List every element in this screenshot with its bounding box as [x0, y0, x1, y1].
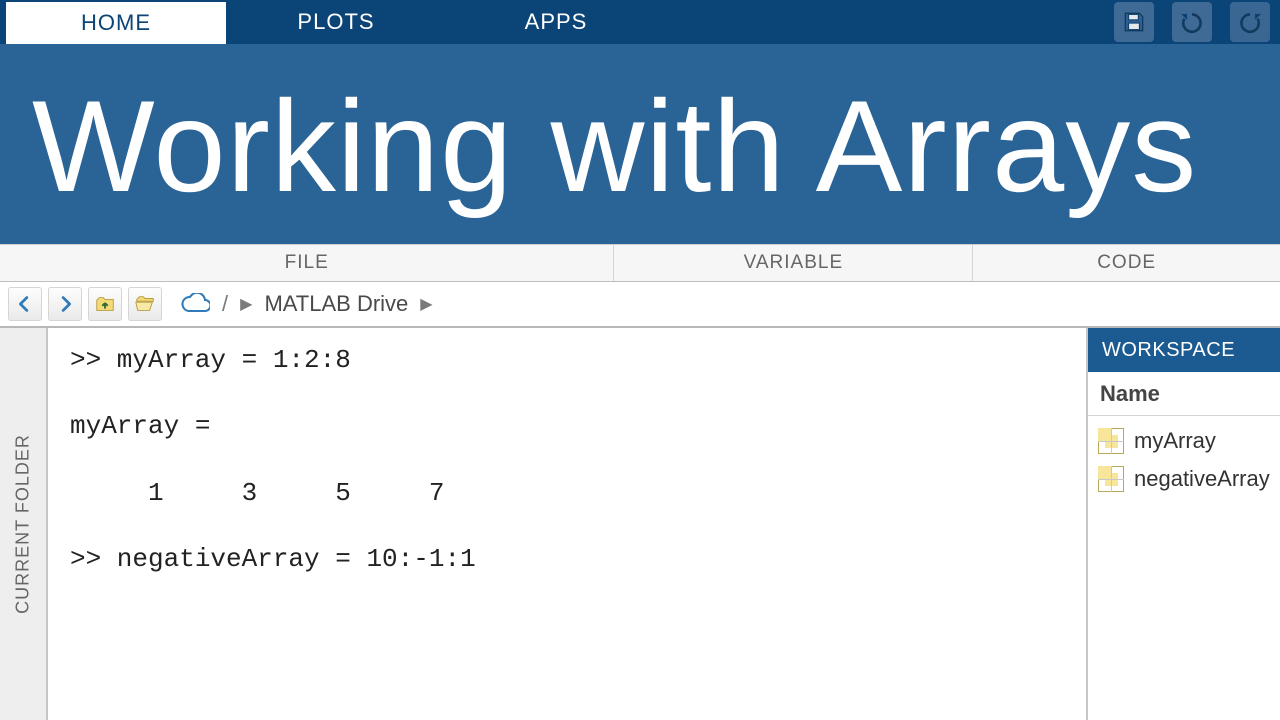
path-breadcrumb[interactable]: / ▶ MATLAB Drive ▶ — [180, 291, 433, 317]
hero-banner: Working with Arrays — [0, 44, 1280, 244]
workspace-variable[interactable]: myArray — [1088, 422, 1280, 460]
arrow-right-icon — [54, 293, 76, 315]
cmd-blank — [70, 447, 1064, 473]
variable-icon — [1098, 466, 1124, 492]
path-root-sep: / — [222, 291, 228, 317]
cmd-line: myArray = — [70, 406, 1064, 446]
cmd-line: >> myArray = 1:2:8 — [70, 340, 1064, 380]
undo-button[interactable] — [1172, 2, 1212, 42]
chevron-right-icon: ▶ — [420, 294, 432, 314]
undo-icon — [1179, 9, 1205, 35]
quick-access-toolbar — [1104, 0, 1280, 44]
command-window[interactable]: >> myArray = 1:2:8 myArray = 1 3 5 7 >> … — [48, 328, 1086, 720]
section-code: CODE — [973, 245, 1280, 281]
tab-plots[interactable]: PLOTS — [226, 0, 446, 44]
arrow-left-icon — [14, 293, 36, 315]
folder-up-icon — [94, 293, 116, 315]
redo-icon — [1237, 9, 1263, 35]
tab-home[interactable]: HOME — [6, 2, 226, 44]
save-button[interactable] — [1114, 2, 1154, 42]
cmd-line: 1 3 5 7 — [70, 473, 1064, 513]
save-icon — [1121, 9, 1147, 35]
toolstrip-sections: FILE VARIABLE CODE — [0, 244, 1280, 282]
tabstrip: HOME PLOTS APPS — [0, 0, 1280, 44]
cmd-blank — [70, 513, 1064, 539]
hero-title: Working with Arrays — [32, 71, 1197, 221]
section-variable: VARIABLE — [614, 245, 973, 281]
workspace-panel: WORKSPACE Name myArray negativeArray — [1086, 328, 1280, 720]
current-folder-label: CURRENT FOLDER — [13, 434, 34, 614]
variable-name: myArray — [1134, 428, 1216, 454]
workspace-list: myArray negativeArray — [1088, 416, 1280, 504]
cmd-blank — [70, 380, 1064, 406]
workspace-header[interactable]: WORKSPACE — [1088, 328, 1280, 372]
cloud-icon — [180, 293, 210, 315]
workspace-column-name[interactable]: Name — [1088, 372, 1280, 416]
current-folder-panel-collapsed[interactable]: CURRENT FOLDER — [0, 328, 48, 720]
forward-button[interactable] — [48, 287, 82, 321]
back-button[interactable] — [8, 287, 42, 321]
folder-open-icon — [134, 293, 156, 315]
browse-folder-button[interactable] — [128, 287, 162, 321]
workspace-variable[interactable]: negativeArray — [1088, 460, 1280, 498]
address-bar: / ▶ MATLAB Drive ▶ — [0, 282, 1280, 328]
chevron-right-icon: ▶ — [240, 294, 252, 314]
content-area: CURRENT FOLDER >> myArray = 1:2:8 myArra… — [0, 328, 1280, 720]
up-folder-button[interactable] — [88, 287, 122, 321]
nav-buttons — [8, 287, 162, 321]
tabstrip-spacer — [666, 0, 1104, 44]
variable-icon — [1098, 428, 1124, 454]
variable-name: negativeArray — [1134, 466, 1270, 492]
cmd-line: >> negativeArray = 10:-1:1 — [70, 539, 1064, 579]
tab-apps[interactable]: APPS — [446, 0, 666, 44]
redo-button[interactable] — [1230, 2, 1270, 42]
section-file: FILE — [0, 245, 614, 281]
path-segment[interactable]: MATLAB Drive — [264, 291, 408, 317]
